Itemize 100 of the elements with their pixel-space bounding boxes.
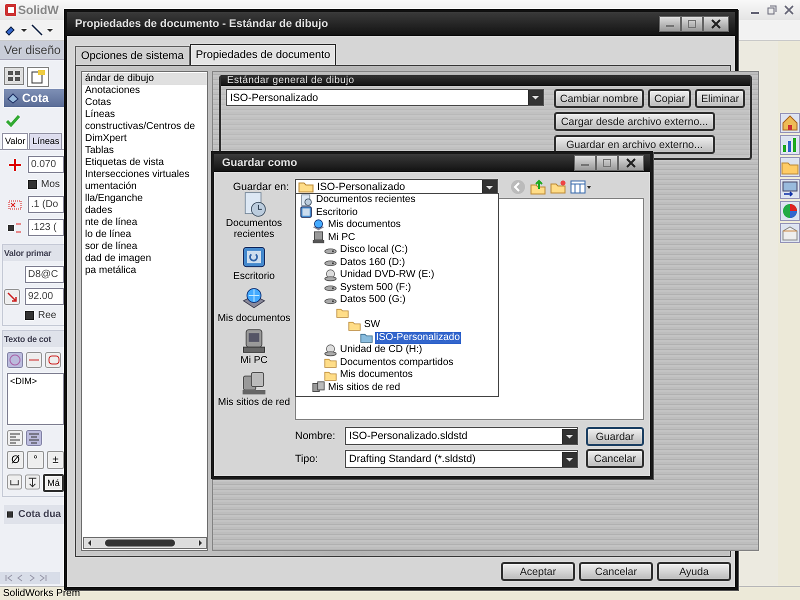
minimize-button[interactable] [659, 16, 681, 32]
checkmark-icon[interactable] [6, 115, 20, 127]
dialog-button[interactable]: Cancelar [586, 449, 644, 468]
symbol-button[interactable]: ° [27, 451, 44, 469]
box-button-icon[interactable] [45, 352, 61, 368]
tree-item[interactable]: dades [82, 205, 207, 217]
dialog-button[interactable]: Guardar en archivo externo... [554, 135, 715, 154]
maximize-button[interactable] [681, 16, 703, 32]
symbol-button[interactable]: Ø [7, 451, 24, 469]
option-label: Mos [41, 179, 60, 190]
location-item[interactable]: Unidad DVD-RW (E:) [339, 269, 436, 282]
maximize-icon [687, 19, 697, 29]
line-tool-icon[interactable] [30, 23, 54, 37]
precision-field[interactable]: .123 ( [28, 219, 64, 236]
depth-icon[interactable] [25, 474, 40, 490]
checkbox-icon[interactable] [28, 180, 37, 189]
close-icon[interactable] [784, 5, 794, 15]
location-item[interactable]: SW [363, 319, 382, 332]
dimension-icon [7, 92, 19, 104]
location-item[interactable]: Disco local (C:) [339, 244, 409, 256]
place-label[interactable]: Escritorio [233, 271, 275, 282]
dialog-button[interactable]: Copiar [648, 89, 692, 108]
tree-tab-icon[interactable] [4, 67, 24, 85]
tree-item[interactable]: pa metálica [82, 265, 207, 277]
location-item[interactable]: Mi PC [327, 232, 356, 244]
location-item[interactable]: Datos 160 (D:) [339, 256, 406, 269]
tree-item[interactable]: dad de imagen [82, 253, 207, 265]
more-button[interactable]: Má [43, 474, 64, 492]
location-item[interactable]: Datos 500 (G:) [339, 294, 407, 306]
precision-field[interactable]: .1 (Do [28, 196, 64, 213]
dialog-button[interactable]: Ayuda [657, 562, 731, 581]
location-item[interactable]: System 500 (F:) [339, 282, 412, 294]
checkbox-icon[interactable] [25, 311, 34, 320]
minimize-button[interactable] [574, 155, 596, 171]
tree-item[interactable]: Tablas [82, 145, 207, 157]
place-label[interactable]: Mis documentos [218, 313, 290, 324]
location-item[interactable]: Escritorio [315, 206, 359, 219]
value-field[interactable]: 92.00 [25, 288, 64, 305]
location-item[interactable]: Mis documentos [327, 219, 402, 232]
align-center-icon[interactable] [26, 430, 42, 446]
tree-item[interactable]: sor de línea [82, 241, 207, 253]
square-bracket-icon[interactable] [7, 474, 22, 490]
place-label[interactable]: Mi PC [240, 355, 268, 366]
tree-item[interactable]: nte de línea [82, 217, 207, 229]
location-item[interactable]: Mis sitios de red [327, 382, 402, 394]
location-item[interactable]: Unidad de CD (H:) [339, 344, 424, 356]
dialog-button[interactable]: Cambiar nombre [554, 89, 644, 108]
tree-item[interactable]: Anotaciones [82, 85, 207, 97]
computer-icon[interactable] [240, 327, 268, 355]
dialog-tab[interactable]: Opciones de sistema [75, 46, 190, 65]
tree-item[interactable]: lla/Enganche [82, 193, 207, 205]
dialog-tab[interactable]: Propiedades de documento [190, 44, 336, 65]
location-item[interactable]: ISO-Personalizado [375, 332, 461, 344]
dialog-button[interactable]: Cancelar [579, 562, 653, 581]
tree-item[interactable]: Líneas constructivas/Centros de [82, 109, 207, 133]
tree-item[interactable]: Intersecciones virtuales [82, 169, 207, 181]
tree-item[interactable]: Cotas [82, 97, 207, 109]
tree-item[interactable]: DimXpert [82, 133, 207, 145]
text-area[interactable]: <DIM> [7, 373, 64, 425]
tree-item[interactable]: Etiquetas de vista [82, 157, 207, 169]
place-label[interactable]: Documentos recientes [216, 218, 292, 240]
symbol-button[interactable]: ± [47, 451, 64, 469]
checkbox-icon[interactable] [7, 510, 14, 519]
location-item[interactable]: Mis documentos [339, 369, 414, 382]
align-left-icon[interactable] [7, 430, 23, 446]
box-icon[interactable] [780, 223, 800, 243]
tree-item[interactable]: umentación [82, 181, 207, 193]
section-title: Texto de cot [3, 331, 64, 347]
spacing-button-icon[interactable] [26, 352, 42, 368]
location-item[interactable]: Documentos recientes [315, 194, 416, 206]
horizontal-scrollbar[interactable] [83, 537, 207, 549]
location-item[interactable]: Documentos compartidos [339, 356, 454, 369]
network-computers-icon[interactable] [240, 369, 268, 397]
home-icon[interactable] [780, 113, 800, 133]
standard-dropdown[interactable]: ISO-Personalizado [226, 89, 544, 106]
name-field[interactable]: D8@C [25, 266, 64, 283]
color-wheel-icon[interactable] [780, 201, 800, 221]
status-text: SolidWorks Prem [3, 588, 80, 599]
close-button[interactable] [618, 155, 644, 171]
new-folder-icon[interactable] [550, 179, 566, 195]
file-name-field[interactable]: ISO-Personalizado.sldstd [345, 427, 578, 445]
chart-icon[interactable] [780, 135, 800, 155]
dialog-button[interactable]: Cargar desde archivo externo... [554, 112, 715, 131]
place-label[interactable]: Mis sitios de red [218, 397, 290, 408]
close-button[interactable] [703, 16, 729, 32]
panel-tab[interactable]: Líneas [29, 133, 62, 149]
dialog-button[interactable]: Aceptar [501, 562, 575, 581]
tree-item[interactable]: ándar de dibujo [82, 73, 207, 85]
maximize-button[interactable] [596, 155, 618, 171]
properties-tab-icon[interactable] [27, 67, 49, 87]
dialog-button[interactable]: Eliminar [695, 89, 746, 108]
group-title: Estándar general de dibujo [221, 75, 750, 86]
restore-icon[interactable] [767, 5, 777, 15]
tree-item[interactable]: lo de línea [82, 229, 207, 241]
panel-tab[interactable]: Valor [2, 133, 28, 149]
dialog-button[interactable]: Guardar [586, 427, 644, 446]
view-menu-icon[interactable] [570, 179, 592, 195]
tolerance-field[interactable]: 0.070 [28, 156, 64, 173]
file-type-dropdown[interactable]: Drafting Standard (*.sldstd) [345, 450, 578, 468]
view-tab[interactable]: Ver diseño [0, 41, 64, 60]
